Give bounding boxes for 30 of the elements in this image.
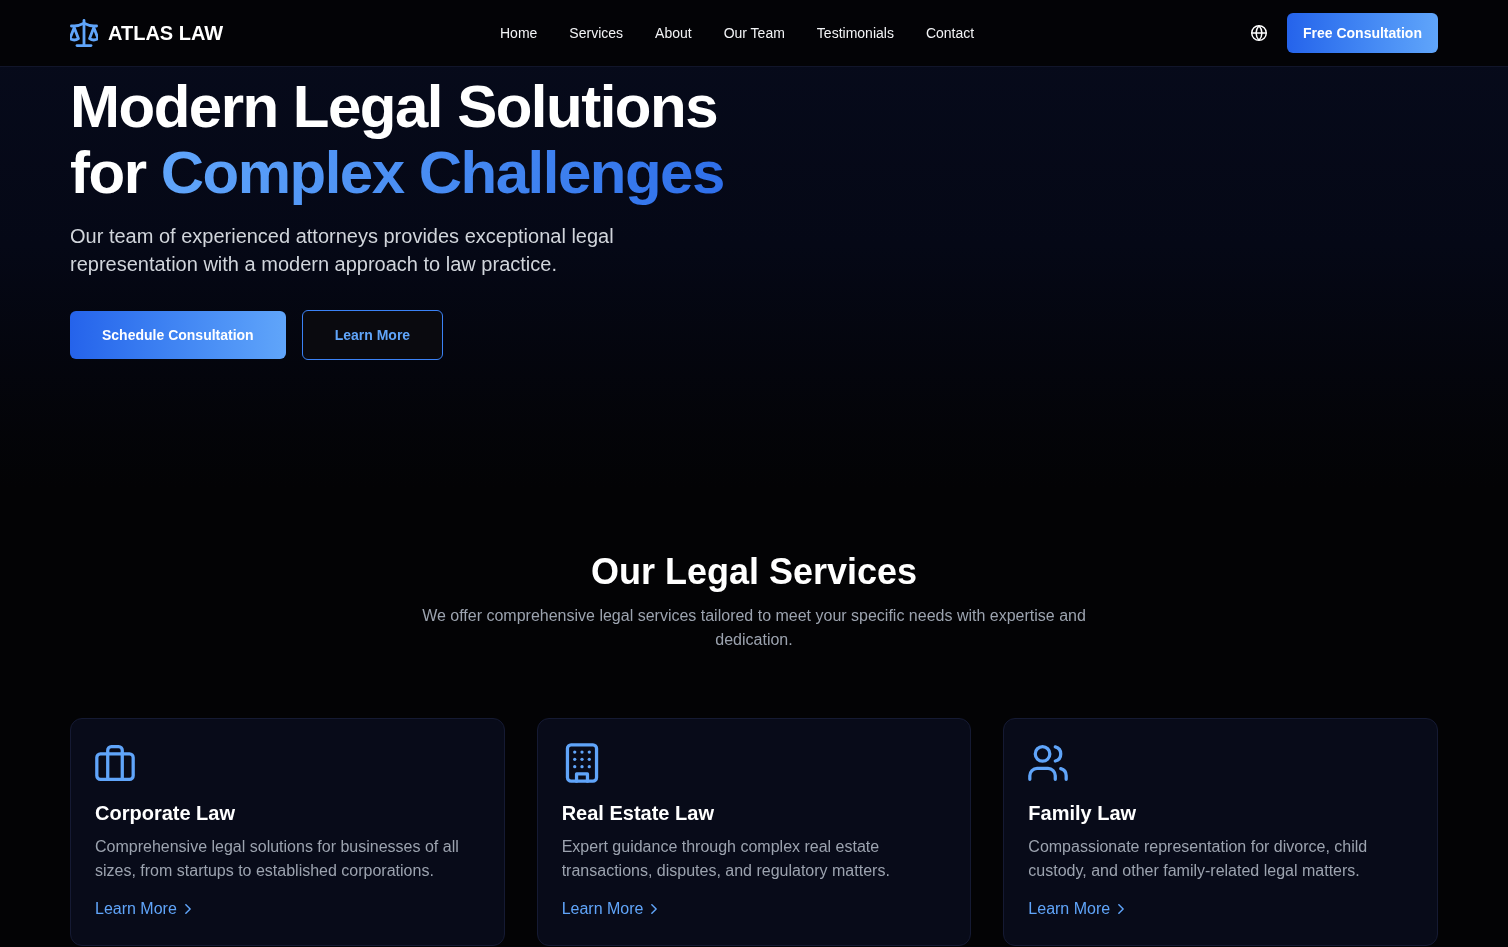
chevron-right-icon — [651, 904, 658, 914]
chevron-right-icon — [184, 904, 191, 914]
learn-more-link[interactable]: Learn More — [1028, 897, 1125, 921]
section-title: Our Legal Services — [589, 552, 919, 592]
card-title: Real Estate Law — [561, 801, 715, 826]
globe-icon[interactable] — [1250, 25, 1267, 41]
card-description: Expert guidance through complex real estate transactions, disputes, and regulatory matters. — [561, 837, 891, 881]
card-description: Compassionate representation for divorce, child custody, and other family-related legal matters. — [1028, 837, 1369, 881]
logo-text[interactable]: ATLAS LAW — [108, 19, 224, 47]
hero-title: Modern Legal Solutions for Complex Challenges — [70, 74, 725, 206]
nav-link[interactable]: Services — [569, 23, 624, 43]
chevron-right-icon — [1118, 904, 1125, 914]
learn-more-link[interactable]: Learn More — [95, 897, 191, 921]
outline-button[interactable]: Learn More — [301, 310, 444, 360]
section-subtitle: We offer comprehensive legal services tailored to meet your specific needs with expertise and dedication. — [421, 606, 1087, 650]
nav-link[interactable]: Testimonials — [816, 23, 894, 43]
card-title: Family Law — [1028, 801, 1138, 826]
people-icon — [1028, 743, 1069, 783]
primary-button[interactable]: Schedule Consultation — [70, 311, 286, 359]
nav-link[interactable]: Contact — [925, 23, 975, 43]
briefcase-icon — [95, 743, 135, 783]
card-title: Corporate Law — [95, 801, 237, 826]
scale-icon — [70, 19, 98, 47]
hero-subtitle: Our team of experienced attorneys provides exceptional legal representation with a modern approach to law practice. — [70, 224, 615, 277]
nav-link[interactable]: Home — [500, 23, 538, 43]
nav-link[interactable]: Our Team — [723, 23, 785, 43]
card-description: Comprehensive legal solutions for businesses of all sizes, from startups to established corporations. — [95, 837, 460, 881]
nav-link[interactable]: About — [655, 23, 692, 43]
free-consultation-button[interactable]: Free Consultation — [1286, 13, 1438, 53]
learn-more-link[interactable]: Learn More — [561, 897, 658, 921]
